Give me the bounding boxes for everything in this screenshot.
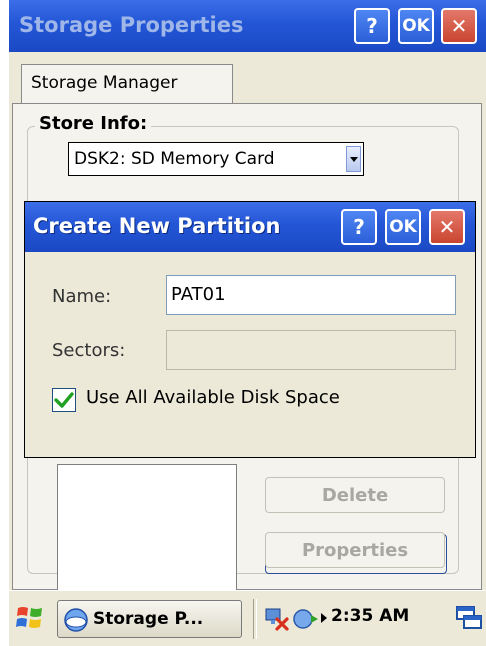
- delete-button-label: Delete: [321, 484, 389, 506]
- name-input-value: PAT01: [171, 284, 226, 305]
- storage-globe-icon: [64, 608, 88, 632]
- properties-button[interactable]: Properties: [265, 532, 445, 568]
- taskbar-task-label: Storage P...: [93, 609, 204, 629]
- windows-start-icon[interactable]: [15, 603, 45, 633]
- tab-label: Storage Manager: [31, 73, 178, 93]
- activesync-icon[interactable]: [291, 605, 319, 633]
- network-disconnected-icon[interactable]: [263, 605, 291, 633]
- create-partition-dialog: Create New Partition ? OK ✕ Name: PAT01 …: [24, 201, 476, 458]
- tray-expand-arrow-icon[interactable]: [321, 613, 327, 623]
- store-select-value: DSK2: SD Memory Card: [74, 149, 275, 169]
- show-desktop-icon[interactable]: [455, 604, 483, 632]
- help-button[interactable]: ?: [354, 8, 390, 44]
- dialog-title: Create New Partition: [33, 214, 281, 238]
- chevron-down-icon[interactable]: [346, 146, 361, 172]
- dialog-ok-button[interactable]: OK: [385, 209, 421, 245]
- ok-button[interactable]: OK: [398, 8, 434, 44]
- left-edge: [0, 0, 9, 646]
- store-info-label: Store Info:: [35, 113, 152, 134]
- window-title-bar: Storage Properties ? OK ✕: [9, 0, 486, 52]
- name-input[interactable]: PAT01: [166, 275, 456, 315]
- clock[interactable]: 2:35 AM: [331, 606, 409, 626]
- dialog-ok-label: OK: [389, 217, 417, 237]
- help-icon: ?: [366, 14, 378, 38]
- help-icon: ?: [353, 215, 365, 239]
- close-icon: ✕: [438, 215, 456, 239]
- dialog-close-button[interactable]: ✕: [429, 209, 465, 245]
- taskbar-storage-button[interactable]: Storage P...: [57, 600, 242, 638]
- window-title: Storage Properties: [19, 13, 244, 37]
- close-icon: ✕: [450, 14, 468, 38]
- dialog-title-bar: Create New Partition ? OK ✕: [25, 202, 475, 252]
- checkmark-icon: [54, 392, 74, 408]
- sectors-input: [166, 330, 456, 370]
- tray-divider: [253, 599, 257, 639]
- taskbar: Storage P... 2:35 AM: [9, 590, 486, 646]
- ok-button-label: OK: [402, 16, 430, 36]
- tab-storage-manager[interactable]: Storage Manager: [21, 64, 233, 104]
- properties-button-label: Properties: [301, 539, 409, 561]
- sectors-label: Sectors:: [52, 340, 126, 361]
- dialog-help-button[interactable]: ?: [341, 209, 377, 245]
- close-button[interactable]: ✕: [441, 8, 477, 44]
- delete-button[interactable]: Delete: [265, 477, 445, 513]
- name-label: Name:: [52, 286, 112, 307]
- storage-properties-window: Storage Properties ? OK ✕ Storage Manage…: [9, 0, 486, 646]
- store-select[interactable]: DSK2: SD Memory Card: [68, 142, 364, 176]
- use-all-space-label[interactable]: Use All Available Disk Space: [86, 387, 340, 408]
- use-all-space-checkbox[interactable]: [52, 388, 76, 412]
- partition-list[interactable]: [57, 464, 237, 596]
